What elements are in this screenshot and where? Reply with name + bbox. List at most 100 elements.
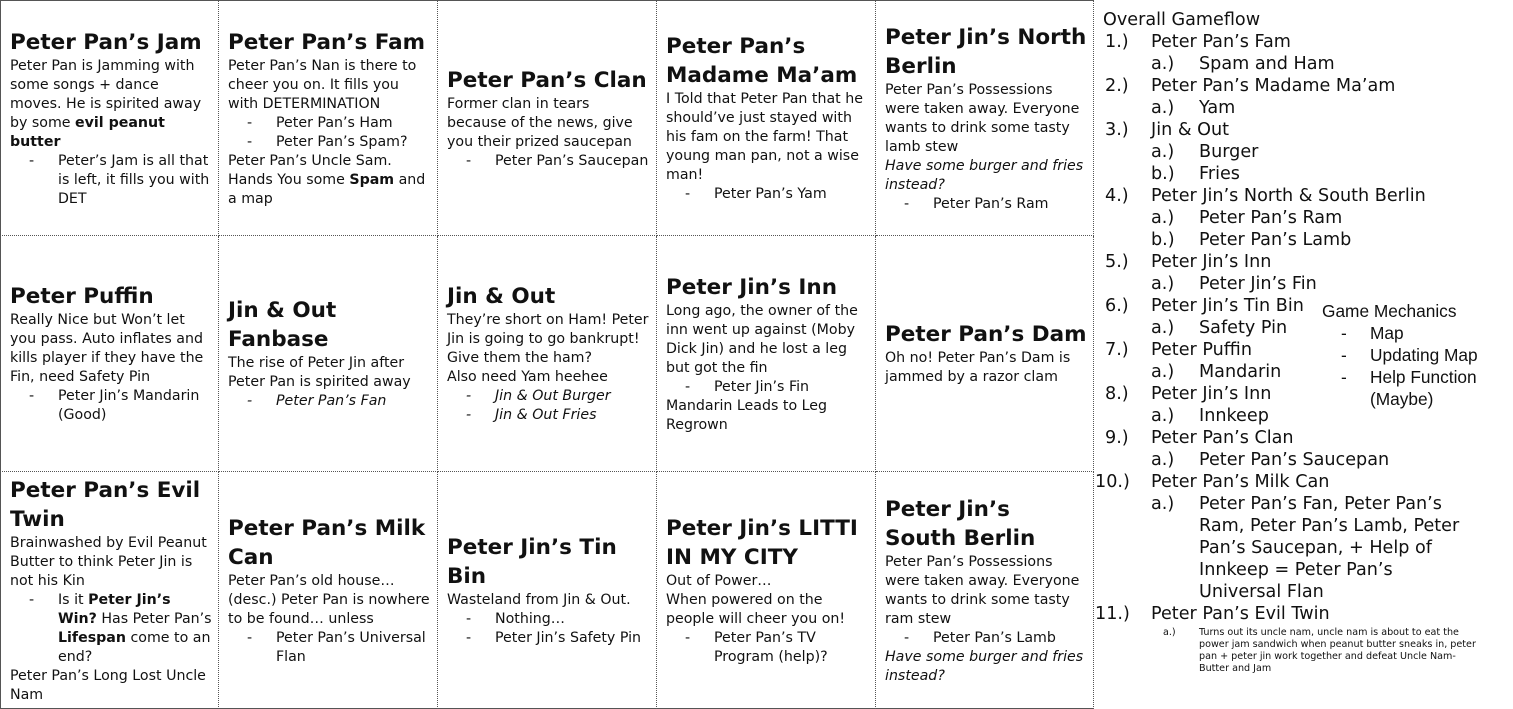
- card-text-run: Lifespan: [58, 629, 126, 646]
- story-card: Peter Pan’s Dam Oh no! Peter Pan’s Dam is…: [876, 236, 1094, 472]
- gameflow-substep-label: b.): [1151, 230, 1175, 250]
- story-card: Peter Jin’s Tin Bin Wasteland from Jin & …: [438, 472, 657, 709]
- gameflow-step: Peter Pan’s Fam: [1151, 32, 1291, 52]
- gameflow-substep: Peter Jin’s Fin: [1199, 274, 1317, 294]
- gameflow-substep-label: b.): [1151, 164, 1175, 184]
- card-title: Peter Pan’s Milk Can: [228, 515, 426, 570]
- card-bullet: Is it Peter Jin’s Win? Has Peter Pan’s L…: [10, 591, 212, 667]
- card-text: Have some burger and fries instead?: [885, 648, 1087, 686]
- mechanics-heading: Game Mechanics: [1322, 301, 1457, 321]
- gameflow-substep-label: a.): [1151, 450, 1175, 470]
- gameflow-heading: Overall Gameflow: [1103, 10, 1261, 30]
- card-text-run: Also need Yam heehee: [447, 369, 608, 385]
- card-text-run: They’re short on Ham! Peter Jin is going…: [447, 312, 649, 366]
- card-text-run: Brainwashed by Evil Peanut Butter to thi…: [10, 534, 207, 589]
- gameflow-substep: Turns out its uncle nam, uncle nam is ab…: [1199, 627, 1476, 674]
- card-text: Really Nice but Won’t let you pass. Auto…: [10, 311, 212, 387]
- gameflow-substep-label: a.): [1151, 208, 1175, 228]
- card-text-run: Spam: [349, 171, 395, 188]
- gameflow-step-number: 3.): [1105, 120, 1129, 140]
- gameflow-substep-label: a.): [1151, 98, 1175, 118]
- card-bullet: Peter Pan’s Lamb: [885, 629, 1087, 648]
- gameflow-substep-label: a.): [1151, 362, 1175, 382]
- gameflow-step: Peter Jin’s North & South Berlin: [1151, 186, 1426, 206]
- card-bullet: Peter Jin’s Fin: [666, 378, 869, 397]
- card-text: Peter Pan’s Possessions were taken away.…: [885, 81, 1087, 157]
- gameflow-step-number: 1.): [1105, 32, 1129, 52]
- story-card: Peter Jin’s South Berlin Peter Pan’s Poss…: [876, 472, 1094, 709]
- card-text-run: I Told that Peter Pan that he should’ve …: [666, 91, 863, 183]
- card-title: Peter Puffin: [10, 284, 154, 309]
- gameflow-substep-label: a.): [1151, 274, 1175, 294]
- story-card: Peter Pan’s Madame Ma’am I Told that Pete…: [657, 0, 876, 236]
- gameflow-substep-label: a.): [1151, 494, 1175, 514]
- gameflow-step-number: 2.): [1105, 76, 1129, 96]
- gameflow-substep: Innkeep: [1199, 406, 1269, 426]
- card-text-run: Out of Power…: [666, 572, 772, 589]
- gameflow-substep: Mandarin: [1199, 362, 1282, 382]
- gameflow-step: Peter Jin’s Inn: [1151, 252, 1272, 272]
- card-text: Peter Pan is Jamming with some songs + d…: [10, 57, 212, 152]
- card-bullet: Jin & Out Burger: [447, 387, 650, 406]
- gameflow-substep: Peter Pan’s Saucepan: [1199, 450, 1390, 470]
- card-bullet: Peter Pan’s Ram: [885, 195, 1087, 214]
- card-bullet: Peter Pan’s Yam: [666, 185, 869, 204]
- card-text: The rise of Peter Jin after Peter Pan is…: [228, 354, 431, 392]
- card-text: Also need Yam heehee: [447, 368, 650, 387]
- story-card: Jin & Out Fanbase The rise of Peter Jin a…: [219, 236, 438, 472]
- story-card: Peter Jin’s North Berlin Peter Pan’s Poss…: [876, 0, 1094, 236]
- card-title: Peter Jin’s LITTI IN MY CITY: [666, 515, 858, 570]
- gameflow-step: Peter Jin’s Tin Bin: [1151, 296, 1304, 316]
- card-bullet: Jin & Out Fries: [447, 406, 650, 425]
- card-title: Jin & Out: [447, 284, 556, 309]
- card-text-run: Peter Pan’s old house… (desc.) Peter Pan…: [228, 572, 430, 627]
- card-text-run: Peter Pan’s Long Lost Uncle Nam: [10, 667, 206, 703]
- card-text: Peter Pan’s Possessions were taken away.…: [885, 553, 1087, 629]
- card-text: Oh no! Peter Pan’s Dam is jammed by a ra…: [885, 349, 1087, 387]
- story-card: Peter Jin’s LITTI IN MY CITY Out of Power…: [657, 472, 876, 709]
- gameflow-substep: Yam: [1199, 98, 1236, 118]
- card-text: Peter Pan’s Long Lost Uncle Nam: [10, 667, 212, 705]
- card-text: Peter Pan’s Nan is there to cheer you on…: [228, 57, 431, 114]
- card-text-run: Has Peter Pan’s: [96, 610, 212, 627]
- card-title: Peter Jin’s Tin Bin: [447, 534, 617, 589]
- gameflow-step: Peter Jin’s Inn: [1151, 384, 1272, 404]
- card-bullet: Peter Pan’s Saucepan: [447, 152, 650, 171]
- card-title: Jin & Out Fanbase: [228, 298, 337, 352]
- card-title: Peter Pan’s Dam: [885, 322, 1087, 347]
- gameflow-step-number: 9.): [1105, 428, 1129, 448]
- gameflow-substep: Safety Pin: [1199, 318, 1288, 338]
- gameflow-substep-label: a.): [1151, 318, 1175, 338]
- card-text: Wasteland from Jin & Out.: [447, 591, 650, 610]
- gameflow-step-number: 6.): [1105, 296, 1129, 316]
- story-card: Peter Jin’s Inn Long ago, the owner of th…: [657, 236, 876, 472]
- card-text-run: Peter Pan’s Possessions were taken away.…: [885, 81, 1080, 155]
- card-title: Peter Pan’s Clan: [447, 67, 647, 93]
- card-title: Peter Pan’s Madame Ma’am: [666, 34, 858, 88]
- card-title: Peter Pan’s Evil Twin: [10, 477, 201, 532]
- card-text: Have some burger and fries instead?: [885, 157, 1087, 195]
- story-card: Peter Pan’s Clan Former clan in tears bec…: [438, 0, 657, 236]
- card-text-run: Have some burger and fries instead?: [885, 157, 1084, 193]
- card-title: Peter Pan’s Jam: [10, 29, 202, 55]
- gameflow-substep: Peter Pan’s Ram: [1199, 208, 1343, 228]
- gameflow-step-number: 5.): [1105, 252, 1129, 272]
- card-bullet: Peter Pan’s Ham: [228, 114, 431, 133]
- card-text-run: Is it: [58, 591, 89, 608]
- gameflow-step: Jin & Out: [1151, 120, 1230, 140]
- mechanics-item: Map: [1322, 322, 1512, 344]
- card-text: Former clan in tears because of the news…: [447, 95, 650, 152]
- card-text: Long ago, the owner of the inn went up a…: [666, 302, 869, 378]
- gameflow-step: Peter Pan’s Madame Ma’am: [1151, 76, 1396, 96]
- mechanics-item: Help Function (Maybe): [1322, 366, 1512, 410]
- gameflow-substep: Burger: [1199, 142, 1259, 162]
- gameflow-step-number: 8.): [1105, 384, 1129, 404]
- card-text: Peter Pan’s old house… (desc.) Peter Pan…: [228, 572, 431, 629]
- gameflow-step-number: 10.): [1095, 472, 1130, 492]
- card-bullet: Peter Pan’s Universal Flan: [228, 629, 431, 667]
- story-card: Jin & Out They’re short on Ham! Peter Jin…: [438, 236, 657, 472]
- card-text: Peter Pan’s Uncle Sam. Hands You some Sp…: [228, 152, 431, 209]
- card-text-run: When powered on the people will cheer yo…: [666, 591, 846, 627]
- gameflow-substep-label: a.): [1151, 142, 1175, 162]
- gameflow-step: Peter Pan’s Evil Twin: [1151, 604, 1330, 624]
